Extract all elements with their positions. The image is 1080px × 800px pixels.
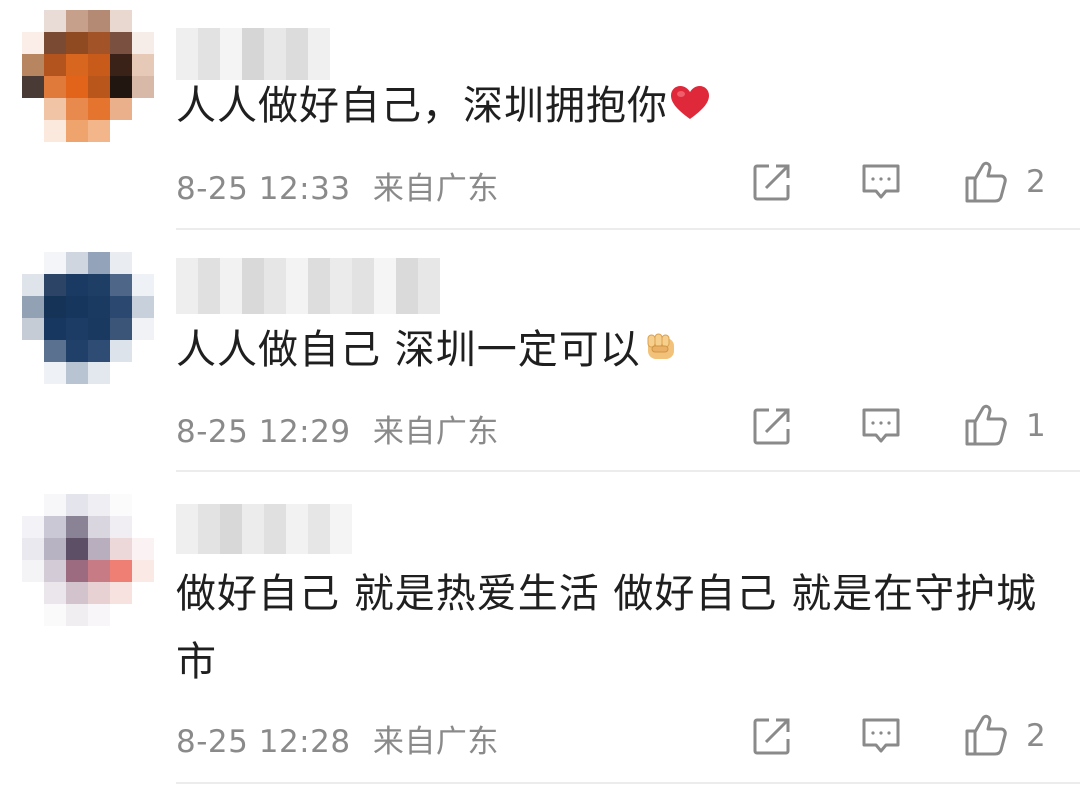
comment-body: 做好自己 就是热爱生活 做好自己 就是在守护城市 xyxy=(176,571,1038,685)
reply-button[interactable] xyxy=(860,716,902,756)
like-button[interactable] xyxy=(964,713,1008,757)
comment-date: 8-25 xyxy=(176,724,249,760)
share-icon xyxy=(752,716,792,756)
divider xyxy=(176,782,1080,784)
comment-icon xyxy=(860,716,902,756)
comment-text: 做好自己 就是热爱生活 做好自己 就是在守护城市 xyxy=(176,560,1050,696)
comment-location: 来自广东 xyxy=(372,724,499,760)
avatar[interactable] xyxy=(22,494,154,626)
comment-item: 做好自己 就是热爱生活 做好自己 就是在守护城市 8-25 12:28 来自广东… xyxy=(0,0,1080,790)
username-blurred[interactable] xyxy=(176,504,352,554)
like-count: 2 xyxy=(1026,718,1046,754)
comment-time: 12:28 xyxy=(258,724,351,760)
comment-meta: 8-25 12:28 来自广东 xyxy=(176,716,499,761)
share-button[interactable] xyxy=(752,716,792,756)
thumbs-up-icon xyxy=(964,713,1008,757)
